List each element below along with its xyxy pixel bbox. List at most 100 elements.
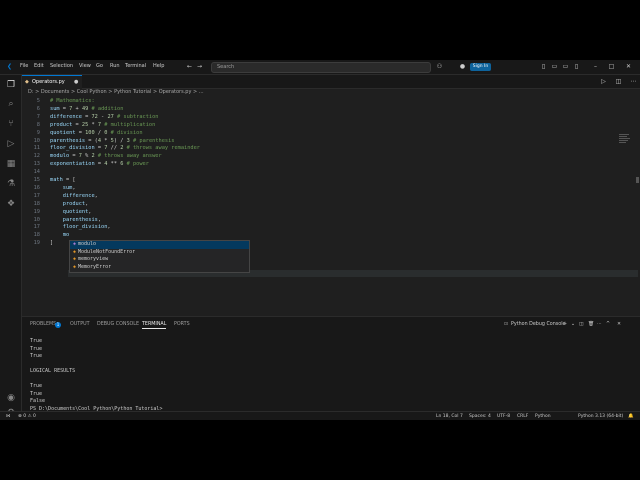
search-input[interactable]: Search	[211, 62, 431, 73]
menu-terminal[interactable]: Terminal	[125, 63, 146, 69]
eol[interactable]: CRLF	[517, 414, 528, 419]
menu-run[interactable]: Run	[110, 63, 120, 69]
suggestion-item[interactable]: ◈ MemoryError	[70, 264, 249, 272]
python-file-icon: ◆	[25, 79, 29, 85]
more-icon[interactable]: ⋯	[597, 322, 602, 327]
terminal-name[interactable]: Python Debug Console	[511, 322, 566, 327]
panel-toggle-icon[interactable]: ▭	[562, 63, 569, 70]
copilot-icon[interactable]: ⚇	[436, 63, 443, 70]
nav-forward-icon[interactable]: →	[196, 63, 203, 70]
tab-label: Operators.py	[32, 79, 65, 85]
code-line: parenthesis = (4 * 5) / 3 # parenthesis	[50, 137, 175, 144]
kill-terminal-icon[interactable]: 🗑	[588, 322, 594, 327]
problems-status[interactable]: ⊗ 0 ⚠ 0	[18, 414, 36, 419]
line-number: 6	[36, 105, 40, 112]
sign-in-button[interactable]: Sign In	[470, 63, 491, 71]
code-line: math = [	[50, 177, 76, 183]
problems-badge: 1	[55, 322, 61, 328]
new-terminal-icon[interactable]: +	[563, 322, 567, 327]
line-number: 15	[33, 177, 40, 183]
tab-problems[interactable]: PROBLEMS	[30, 322, 56, 327]
maximize-panel-icon[interactable]: ^	[606, 322, 610, 327]
suggestion-item[interactable]: ◈ memoryview	[70, 256, 249, 264]
class-icon: ◈	[72, 256, 76, 262]
notifications-icon[interactable]: 🔔	[628, 414, 634, 419]
terminal-dropdown-icon[interactable]: ⌄	[571, 322, 575, 327]
testing-icon[interactable]: ⚗	[6, 179, 16, 189]
suggestion-item[interactable]: ◈ modulo	[70, 241, 249, 249]
bottom-panel: PROBLEMS 1 OUTPUT DEBUG CONSOLE TERMINAL…	[22, 316, 640, 412]
line-number: 9	[36, 129, 40, 136]
menu-go[interactable]: Go	[96, 63, 103, 69]
language-mode[interactable]: Python	[535, 414, 551, 419]
code-line: modulo = 7 % 2 # throws away answer	[50, 153, 162, 160]
nav-back-icon[interactable]: ←	[186, 63, 193, 70]
code-line: difference = 72 - 27 # subtraction	[50, 113, 159, 120]
python-icon[interactable]: ❖	[6, 199, 16, 209]
tab-output[interactable]: OUTPUT	[70, 322, 90, 327]
menu-edit[interactable]: Edit	[34, 63, 44, 69]
terminal-line: True	[30, 345, 43, 352]
code-line: exponentiation = 4 ** 6 # power	[50, 161, 149, 168]
close-icon[interactable]: ✕	[625, 63, 632, 70]
terminal-line: True	[30, 383, 43, 389]
menu-help[interactable]: Help	[153, 63, 164, 69]
run-debug-icon[interactable]: ▷	[6, 139, 16, 149]
line-number: 16	[33, 184, 40, 191]
minimize-icon[interactable]: –	[592, 63, 599, 70]
menu-view[interactable]: View	[79, 63, 91, 69]
split-terminal-icon[interactable]: ◫	[579, 322, 584, 327]
cursor-position[interactable]: Ln 18, Col 7	[436, 414, 463, 419]
code-line: difference,	[62, 192, 98, 199]
line-number: 13	[33, 161, 40, 168]
code-line: parenthesis,	[62, 216, 102, 223]
suggestion-item[interactable]: ◈ ModuleNotFoundError	[70, 249, 249, 257]
unsaved-dot-icon[interactable]: ●	[74, 79, 78, 85]
account-avatar-icon[interactable]: ◉	[6, 393, 16, 403]
indentation[interactable]: Spaces: 4	[469, 414, 491, 419]
code-line: sum,	[62, 184, 76, 191]
variable-icon: ◈	[72, 241, 76, 247]
breadcrumb[interactable]: D: > Documents > Cool Python > Python Tu…	[28, 89, 204, 95]
sidebar-toggle-icon[interactable]: ▭	[551, 63, 558, 70]
code-line: sum = 7 + 49 # addition	[50, 105, 124, 112]
terminal-line: True	[30, 353, 43, 359]
code-line: floor_division = 7 // 2 # throws away re…	[50, 145, 200, 152]
menu-file[interactable]: File	[20, 63, 28, 69]
title-bar: ❮ File Edit Selection View Go Run Termin…	[0, 60, 640, 75]
extensions-icon[interactable]: ▦	[6, 159, 16, 169]
vscode-logo-icon: ❮	[6, 63, 13, 70]
secondary-sidebar-icon[interactable]: ▯	[573, 63, 580, 70]
run-file-icon[interactable]: ▷	[600, 78, 607, 85]
python-interpreter[interactable]: Python 3.13 (64-bit)	[578, 414, 623, 419]
account-icon[interactable]: ●	[459, 63, 466, 70]
code-editor[interactable]: 5 # Mathematics: 6 sum = 7 + 49 # addition 7…	[22, 97, 640, 315]
tab-terminal[interactable]: TERMINAL	[142, 322, 167, 329]
explorer-icon[interactable]: ❐	[6, 80, 16, 90]
remote-icon[interactable]: ⋈	[6, 414, 11, 419]
terminal-line: True	[30, 390, 43, 397]
search-icon[interactable]: ⌕	[6, 99, 16, 109]
editor-scrollbar[interactable]	[636, 177, 639, 183]
close-panel-icon[interactable]: ✕	[617, 322, 621, 327]
tab-debug-console[interactable]: DEBUG CONSOLE	[97, 322, 139, 327]
minimap[interactable]	[619, 134, 631, 152]
encoding[interactable]: UTF-8	[497, 414, 510, 419]
tab-operators-py[interactable]: ◆ Operators.py ●	[22, 75, 82, 89]
menu-selection[interactable]: Selection	[50, 63, 73, 69]
layout-icon[interactable]: ▯	[540, 63, 547, 70]
source-control-icon[interactable]: ⑂	[6, 119, 16, 129]
more-actions-icon[interactable]: ⋯	[630, 78, 637, 85]
class-icon: ◈	[72, 248, 76, 255]
code-line: quotient,	[62, 208, 92, 215]
terminal-line: LOGICAL RESULTS	[30, 368, 76, 374]
code-line: quotient = 100 / 0 # division	[50, 129, 143, 136]
split-editor-icon[interactable]: ◫	[615, 78, 622, 85]
autocomplete-widget[interactable]: ◈ modulo ◈ ModuleNotFoundError ◈ memoryview…	[69, 240, 250, 273]
terminal-line: True	[30, 338, 43, 344]
tab-ports[interactable]: PORTS	[174, 322, 190, 327]
line-number: 19	[33, 240, 40, 247]
vscode-window: ❮ File Edit Selection View Go Run Termin…	[0, 60, 640, 420]
maximize-icon[interactable]: □	[608, 63, 615, 70]
line-number: 19	[33, 208, 40, 215]
